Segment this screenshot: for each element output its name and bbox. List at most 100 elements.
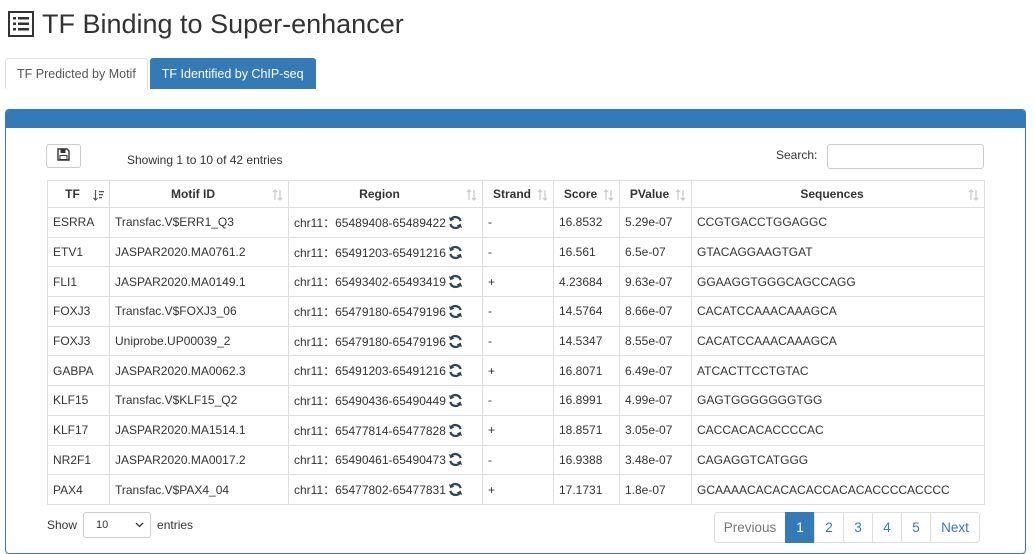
- refresh-icon[interactable]: [448, 482, 463, 497]
- sort-icon: [466, 189, 477, 201]
- refresh-icon[interactable]: [448, 393, 463, 408]
- page-button-4[interactable]: 4: [872, 512, 902, 543]
- cell-tf: FOXJ3: [47, 296, 110, 327]
- cell-tf: ESRRA: [47, 207, 110, 238]
- page-button-1[interactable]: 1: [785, 512, 815, 543]
- cell-motif-id: Transfac.V$ERR1_Q3: [109, 207, 289, 238]
- column-header-strand[interactable]: Strand: [482, 180, 554, 208]
- region-text: chr11：65491203-65491216: [294, 245, 446, 260]
- cell-motif-id: JASPAR2020.MA0149.1: [109, 266, 289, 298]
- cell-tf: FLI1: [47, 266, 110, 298]
- cell-motif-id: Uniprobe.UP00039_2: [109, 325, 289, 357]
- column-header-tf[interactable]: TF: [47, 180, 110, 208]
- tab-predicted-by-motif[interactable]: TF Predicted by Motif: [5, 58, 148, 89]
- cell-strand: -: [482, 385, 554, 416]
- cell-pvalue: 6.5e-07: [619, 236, 692, 268]
- column-header-sequences[interactable]: Sequences: [691, 180, 985, 208]
- cell-region: chr11：65491203-65491216: [288, 236, 483, 268]
- search-label: Search:: [776, 148, 818, 162]
- region-text: chr11：65479180-65479196: [294, 334, 446, 349]
- column-header-region[interactable]: Region: [288, 180, 483, 208]
- column-header-score[interactable]: Score: [553, 180, 620, 208]
- page-length-value: 10: [96, 519, 109, 531]
- sort-icon: [675, 189, 686, 201]
- cell-strand: -: [482, 296, 554, 327]
- refresh-icon[interactable]: [448, 245, 463, 260]
- refresh-icon[interactable]: [448, 274, 463, 289]
- entries-label: entries: [157, 518, 194, 532]
- cell-sequence: CAGAGGTCATGGG: [691, 444, 985, 476]
- refresh-icon[interactable]: [448, 334, 463, 349]
- pagination: Previous 1 2 3 4 5 Next: [714, 512, 980, 544]
- cell-region: chr11：65490461-65490473: [288, 444, 483, 476]
- cell-score: 4.23684: [553, 266, 620, 298]
- cell-region: chr11：65477802-65477831: [288, 474, 483, 505]
- cell-motif-id: JASPAR2020.MA0062.3: [109, 355, 289, 387]
- cell-sequence: CACATCCAAACAAAGCA: [691, 296, 985, 327]
- cell-strand: -: [482, 325, 554, 357]
- page-button-3[interactable]: 3: [843, 512, 873, 543]
- page-title-text: TF Binding to Super-enhancer: [42, 8, 404, 39]
- next-page-button[interactable]: Next: [930, 512, 980, 543]
- refresh-icon[interactable]: [448, 452, 463, 467]
- cell-pvalue: 8.66e-07: [619, 296, 692, 327]
- cell-pvalue: 4.99e-07: [619, 385, 692, 416]
- sort-desc-icon: [93, 190, 104, 201]
- page-length-control: Show 10 entries: [47, 512, 193, 538]
- refresh-icon[interactable]: [448, 363, 463, 378]
- table-row: NR2F1 JASPAR2020.MA0017.2 chr11：65490461-6…: [47, 444, 985, 476]
- sort-icon: [603, 189, 614, 201]
- table-row: GABPA JASPAR2020.MA0062.3 chr11：65491203-6…: [47, 355, 985, 387]
- cell-score: 14.5764: [553, 296, 620, 327]
- column-header-pvalue[interactable]: PValue: [619, 180, 692, 208]
- cell-sequence: CACATCCAAACAAAGCA: [691, 325, 985, 357]
- cell-region: chr11：65479180-65479196: [288, 296, 483, 327]
- refresh-icon[interactable]: [448, 304, 463, 319]
- table-row: FOXJ3 Transfac.V$FOXJ3_06 chr11：65479180-6…: [47, 296, 985, 327]
- cell-pvalue: 8.55e-07: [619, 325, 692, 357]
- tab-identified-by-chip-seq[interactable]: TF Identified by ChIP-seq: [149, 58, 316, 89]
- floppy-disk-icon: [57, 148, 70, 164]
- cell-pvalue: 5.29e-07: [619, 207, 692, 238]
- cell-motif-id: JASPAR2020.MA1514.1: [109, 414, 289, 446]
- save-button[interactable]: [46, 144, 81, 168]
- panel-heading: [6, 110, 1025, 128]
- show-label: Show: [47, 518, 78, 532]
- cell-score: 16.8991: [553, 385, 620, 416]
- cell-sequence: GTACAGGAAGTGAT: [691, 236, 985, 268]
- table-row: ETV1 JASPAR2020.MA0761.2 chr11：65491203-65…: [47, 236, 985, 268]
- cell-tf: GABPA: [47, 355, 110, 387]
- sort-icon: [537, 189, 548, 201]
- cell-motif-id: Transfac.V$KLF15_Q2: [109, 385, 289, 416]
- cell-region: chr11：65479180-65479196: [288, 325, 483, 357]
- search-input[interactable]: [827, 144, 984, 169]
- table-row: PAX4 Transfac.V$PAX4_04 chr11：65477802-654…: [47, 474, 985, 505]
- cell-score: 18.8571: [553, 414, 620, 446]
- cell-pvalue: 6.49e-07: [619, 355, 692, 387]
- refresh-icon[interactable]: [448, 423, 463, 438]
- cell-score: 16.8071: [553, 355, 620, 387]
- table-row: ESRRA Transfac.V$ERR1_Q3 chr11：65489408-65…: [47, 207, 985, 238]
- list-icon: [8, 11, 34, 37]
- page-length-select[interactable]: 10: [83, 512, 152, 538]
- region-text: chr11：65479180-65479196: [294, 304, 446, 319]
- table-row: FOXJ3 Uniprobe.UP00039_2 chr11：65479180-65…: [47, 325, 985, 357]
- cell-region: chr11：65491203-65491216: [288, 355, 483, 387]
- refresh-icon[interactable]: [448, 215, 463, 230]
- cell-score: 16.8532: [553, 207, 620, 238]
- cell-strand: -: [482, 444, 554, 476]
- cell-motif-id: Transfac.V$PAX4_04: [109, 474, 289, 505]
- region-text: chr11：65490436-65490449: [294, 393, 446, 408]
- cell-strand: -: [482, 236, 554, 268]
- previous-page-button[interactable]: Previous: [714, 512, 786, 543]
- column-header-motif-id[interactable]: Motif ID: [109, 180, 289, 208]
- cell-tf: ETV1: [47, 236, 110, 268]
- page-button-2[interactable]: 2: [814, 512, 844, 543]
- cell-tf: KLF15: [47, 385, 110, 416]
- results-panel: Showing 1 to 10 of 42 entries Search: TF…: [5, 109, 1026, 554]
- cell-score: 16.561: [553, 236, 620, 268]
- cell-tf: PAX4: [47, 474, 110, 505]
- cell-score: 14.5347: [553, 325, 620, 357]
- cell-tf: FOXJ3: [47, 325, 110, 357]
- page-button-5[interactable]: 5: [901, 512, 931, 543]
